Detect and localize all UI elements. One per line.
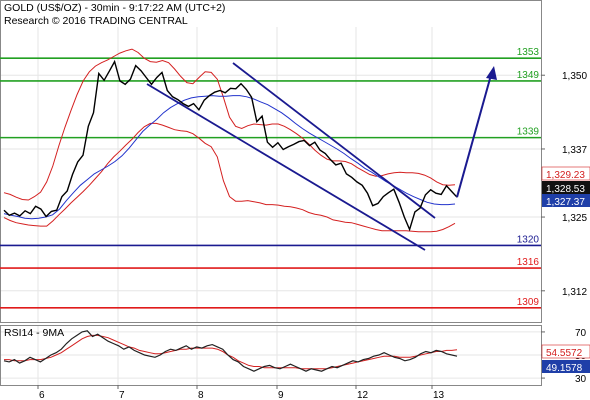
x-tick-label-8: 8 [198, 390, 204, 400]
rsi-y-tick-label: 30 [575, 374, 587, 385]
x-tick-label-12: 12 [357, 390, 369, 400]
y-tick-label: 1,325 [562, 213, 587, 224]
x-tick-label-7: 7 [119, 390, 125, 400]
chart-canvas: 1353 1349 1339 1320 1316 1309 6 7 8 9 12 13 1,350 1,… [0, 0, 590, 400]
level-label-1353: 1353 [517, 47, 540, 58]
price-line [3, 59, 458, 232]
price-tag-text: 1,329.23 [546, 170, 585, 181]
forecast-arrow-head [486, 66, 497, 80]
y-tick-label: 1,350 [562, 71, 587, 82]
rsi-y-tick-label: 70 [575, 328, 587, 339]
level-label-1309: 1309 [517, 297, 540, 308]
rsi-tag-text: 49.1578 [546, 363, 583, 374]
level-label-1320: 1320 [517, 234, 540, 245]
y-tick-label: 1,312 [562, 287, 587, 298]
x-tick-label-13: 13 [433, 390, 445, 400]
forecast-arrow-shaft [456, 74, 492, 198]
channel-lower-line [146, 83, 426, 251]
value-tags: 1,329.23 1,328.53 1,327.37 54.5572 49.1578 [541, 166, 590, 374]
indicator-overlays [3, 48, 456, 233]
level-label-1339: 1339 [517, 127, 540, 138]
x-tick-label-6: 6 [39, 390, 45, 400]
chart-root: 1353 1349 1339 1320 1316 1309 6 7 8 9 12 13 1,350 1,… [0, 0, 590, 400]
moving-average [3, 95, 456, 220]
rsi-ma-line [4, 334, 458, 370]
rsi-title: RSI14 - 9MA [4, 327, 64, 339]
axes: 678912131,3501,3371,3251,312705030 [37, 71, 587, 400]
rsi-line [3, 330, 458, 372]
chart-copyright: Research © 2016 TRADING CENTRAL [4, 15, 188, 27]
price-tag-text: 1,328.53 [546, 184, 585, 195]
rsi-tag-text: 54.5572 [546, 348, 583, 359]
level-label-1349: 1349 [517, 70, 540, 81]
y-tick-label: 1,337 [562, 145, 587, 156]
price-tag-text: 1,327.37 [546, 197, 585, 208]
level-label-1316: 1316 [517, 257, 540, 268]
chart-title: GOLD (US$/OZ) - 30min - 9:17:22 AM (UTC+… [4, 2, 225, 14]
x-tick-label-9: 9 [278, 390, 284, 400]
rsi-series [3, 330, 458, 372]
main-panel-frame [0, 0, 542, 323]
trend-channel [146, 62, 436, 251]
